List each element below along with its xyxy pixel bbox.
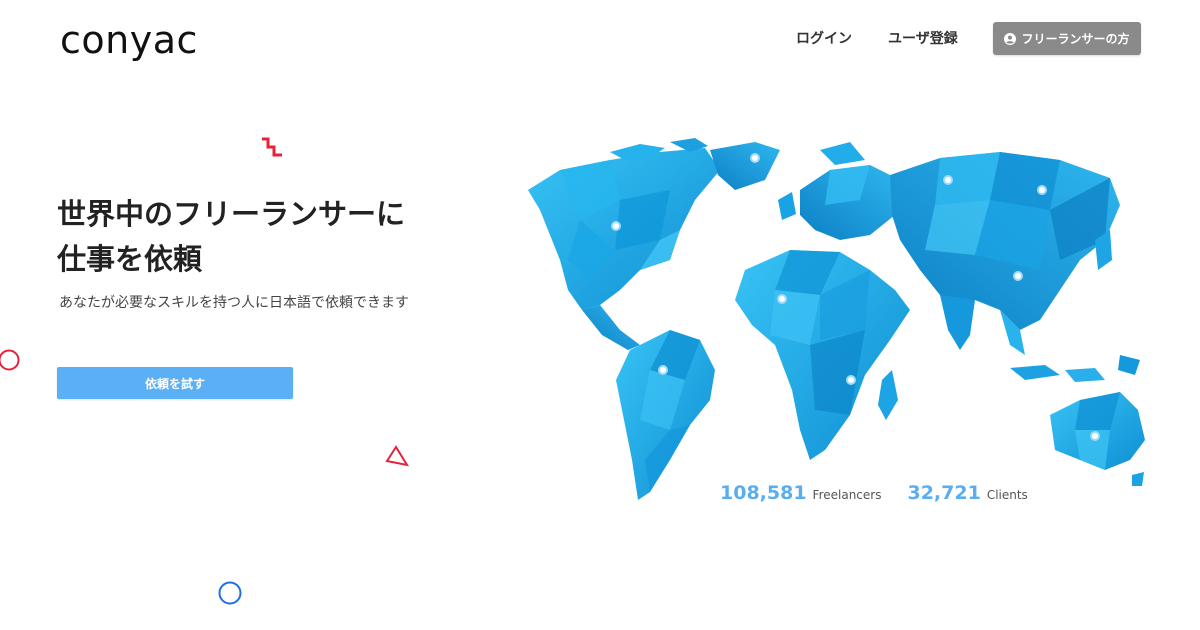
asia-shape: [890, 152, 1140, 382]
clients-label: Clients: [986, 488, 1028, 502]
freelancer-button-label: フリーランサーの方: [1021, 32, 1130, 46]
red-triangle-outline: [385, 445, 410, 467]
clients-count: 32,721: [907, 482, 981, 504]
user-circle-icon: [1004, 32, 1017, 45]
hero-title: 世界中のフリーランサーに 仕事を依頼: [57, 192, 497, 282]
world-map-image: [528, 138, 1145, 500]
register-link[interactable]: ユーザ登録: [888, 30, 958, 48]
try-request-button[interactable]: 依頼を試す: [57, 367, 293, 399]
hero-title-line2: 仕事を依頼: [57, 242, 203, 276]
freelancer-button[interactable]: フリーランサーの方: [993, 22, 1141, 55]
south-america-shape: [616, 330, 715, 500]
hero-title-line1: 世界中のフリーランサーに: [57, 197, 406, 231]
stats-bar: 108,581 Freelancers 32,721 Clients: [720, 482, 1028, 504]
zigzag-shape: [262, 137, 282, 157]
conyac-logo[interactable]: conyac: [60, 18, 198, 62]
north-america-shape: [528, 138, 780, 350]
europe-shape: [778, 142, 900, 240]
freelancers-label: Freelancers: [812, 488, 882, 502]
hero-subtitle: あなたが必要なスキルを持つ人に日本語で依頼できます: [59, 295, 409, 311]
red-circle-outline: [0, 349, 20, 371]
africa-shape: [735, 250, 910, 460]
freelancers-count: 108,581: [720, 482, 807, 504]
login-link[interactable]: ログイン: [796, 30, 852, 48]
landing-page: conyac ログイン ユーザ登録 フリーランサーの方 世界中のフリーランサーに…: [0, 0, 1200, 630]
blue-circle-outline: [218, 581, 242, 605]
